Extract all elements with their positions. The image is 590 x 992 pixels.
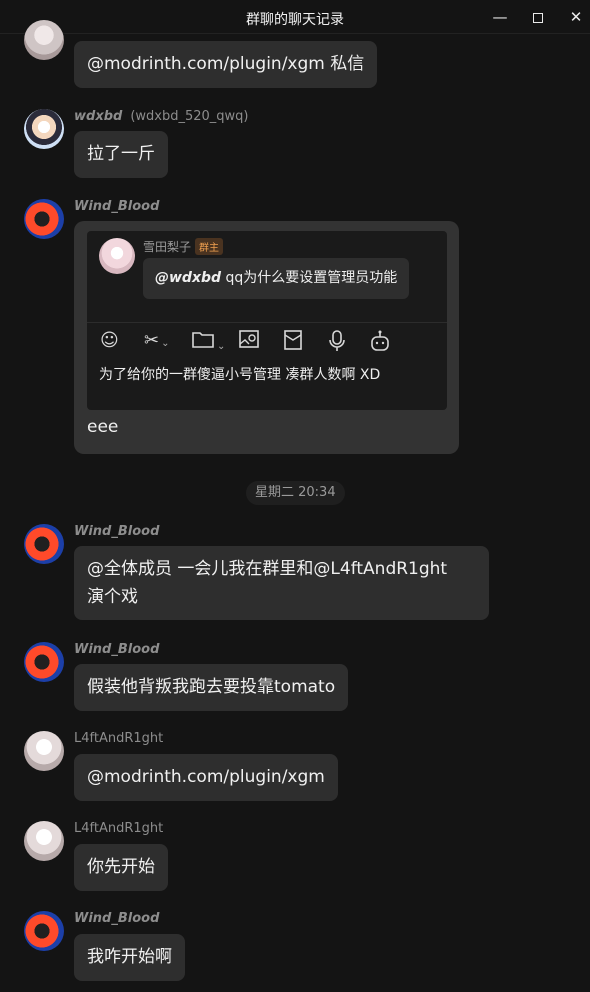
maximize-button[interactable]	[523, 4, 553, 30]
avatar[interactable]	[24, 821, 64, 861]
robot-icon	[368, 329, 392, 360]
message-bubble: 我咋开始啊	[74, 934, 185, 981]
avatar[interactable]	[24, 642, 64, 682]
image-icon	[238, 329, 260, 356]
sender-id: (wdxbd_520_qwq)	[130, 109, 249, 124]
mention: @wdxbd	[155, 270, 222, 286]
envelope-icon	[282, 329, 304, 358]
avatar	[99, 238, 135, 274]
microphone-icon	[327, 329, 347, 360]
forwarded-message[interactable]: 雪田梨子 群主 @wdxbd qq为什么要设置管理员功能 ☺ ✂ ⌄ ⌄ 为了给你的…	[74, 221, 459, 454]
scissors-icon: ✂ ⌄	[144, 330, 170, 351]
owner-badge: 群主	[195, 238, 224, 255]
input-text: 为了给你的一群傻逼小号管理 凑群人数啊 XD	[99, 367, 381, 383]
message-bubble: 拉了一斤	[74, 131, 168, 178]
message-bubble: @modrinth.com/plugin/xgm	[74, 754, 338, 801]
message-bubble: @modrinth.com/plugin/xgm 私信	[74, 41, 378, 88]
avatar[interactable]	[24, 109, 64, 149]
sender-name: Wind_Blood	[74, 642, 160, 657]
sender-nickname: wdxbd	[74, 109, 123, 124]
smile-icon: ☺	[100, 330, 119, 351]
message-bubble: 假装他背叛我跑去要投靠tomato	[74, 664, 349, 711]
close-button[interactable]: ✕	[561, 4, 590, 30]
message-line: @全体成员 一会儿我在群里和@L4ftAndR1ght	[87, 559, 448, 579]
message-line: 演个戏	[87, 587, 138, 607]
minimize-button[interactable]: —	[485, 4, 515, 30]
quote-author-name: 雪田梨子	[143, 240, 192, 254]
sender-name: wdxbd (wdxbd_520_qwq)	[74, 109, 249, 124]
avatar[interactable]	[24, 199, 64, 239]
title-bar: 群聊的聊天记录 — ✕	[0, 0, 590, 34]
time-divider: 星期二 20:34	[246, 481, 345, 505]
quote-bubble: @wdxbd qq为什么要设置管理员功能	[143, 258, 410, 299]
avatar[interactable]	[24, 911, 64, 951]
avatar[interactable]	[24, 731, 64, 771]
message-bubble: 你先开始	[74, 844, 168, 891]
avatar[interactable]	[24, 524, 64, 564]
screenshot-panel: 雪田梨子 群主 @wdxbd qq为什么要设置管理员功能 ☺ ✂ ⌄ ⌄ 为了给你的…	[87, 231, 447, 410]
message-text: eee	[87, 417, 119, 437]
quote-text: qq为什么要设置管理员功能	[221, 270, 398, 286]
sender-name: L4ftAndR1ght	[74, 731, 164, 746]
sender-name: L4ftAndR1ght	[74, 821, 164, 836]
sender-name: Wind_Blood	[74, 911, 160, 926]
quote-author: 雪田梨子 群主	[143, 238, 224, 255]
maximize-icon	[533, 12, 543, 23]
divider	[87, 322, 447, 323]
folder-icon: ⌄	[191, 329, 225, 359]
sender-name: Wind_Blood	[74, 199, 160, 214]
avatar[interactable]	[24, 20, 64, 60]
message-bubble: @全体成员 一会儿我在群里和@L4ftAndR1ght 演个戏	[74, 546, 489, 620]
sender-name: Wind_Blood	[74, 524, 160, 539]
